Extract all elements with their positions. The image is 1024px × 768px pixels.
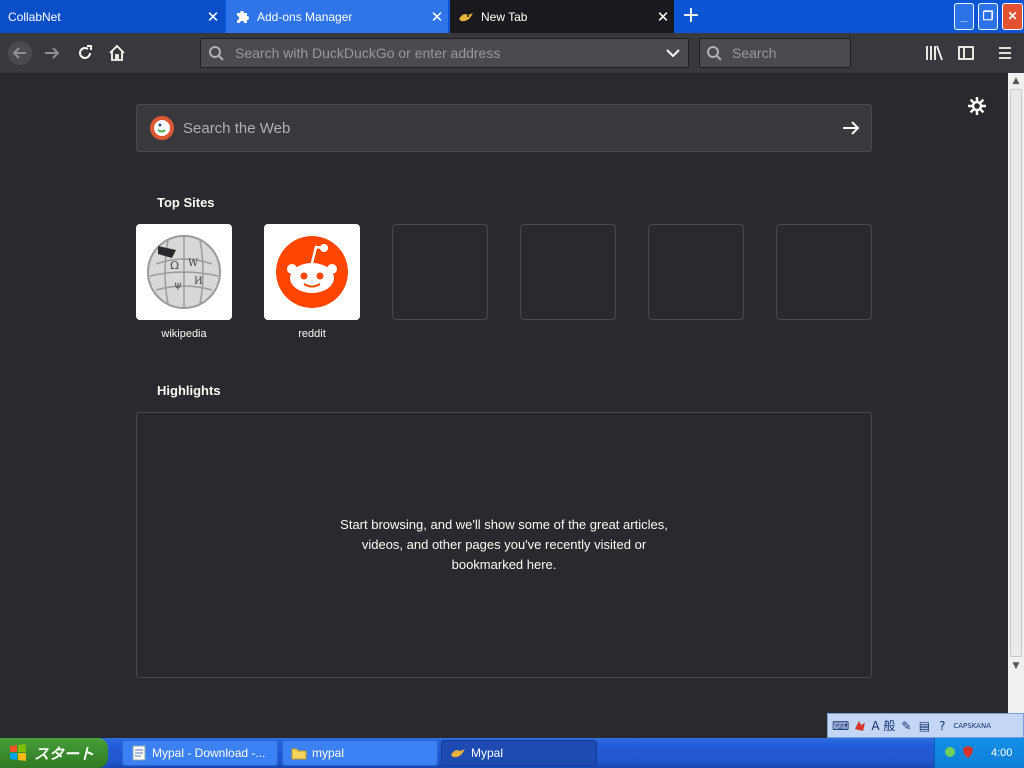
ime-tools-icon[interactable]: ✎ [899, 717, 913, 735]
svg-text:Ω: Ω [170, 259, 179, 272]
tab-title: CollabNet [8, 9, 61, 24]
web-search-box[interactable] [136, 104, 872, 152]
highlights-heading: Highlights [157, 383, 221, 398]
highlights-empty-state: Start browsing, and we'll show some of t… [136, 412, 872, 678]
back-button[interactable] [6, 39, 34, 67]
taskbar-item-mypal[interactable]: Mypal [441, 740, 597, 766]
taskbar-item-mypal-folder[interactable]: mypal [282, 740, 438, 766]
gear-icon [968, 97, 986, 115]
reddit-icon [276, 236, 348, 308]
close-window-button[interactable]: ✕ [1002, 3, 1023, 30]
svg-text:И: И [194, 276, 203, 287]
taskbar-item-label: mypal [312, 746, 345, 760]
top-sites-heading: Top Sites [157, 195, 215, 210]
scroll-down-arrow-icon[interactable]: ▼ [1008, 658, 1024, 674]
svg-text:W: W [188, 258, 199, 269]
taskbar-item-mypal-download[interactable]: Mypal - Download -... [122, 740, 278, 766]
top-site-tile-empty[interactable] [648, 224, 744, 320]
hamburger-menu-icon [999, 47, 1011, 59]
url-input[interactable] [231, 45, 658, 61]
caps-kana-indicator: CAPS KANA [953, 717, 991, 735]
sidebar-button[interactable] [952, 39, 980, 67]
close-tab-icon[interactable]: ✕ [652, 8, 674, 26]
top-site-tile-empty[interactable] [776, 224, 872, 320]
tab-strip: CollabNet ✕ Add-ons Manager ✕ New Tab ✕ … [0, 0, 1024, 33]
help-icon[interactable]: ? [935, 717, 949, 735]
tab-title: New Tab [481, 9, 528, 24]
tab-collabnet[interactable]: CollabNet ✕ [0, 0, 224, 33]
taskbar: スタート Mypal - Download -... mypal Mypal 4… [0, 738, 1024, 768]
maximize-button[interactable]: ❐ [978, 3, 998, 30]
arrow-right-icon [843, 121, 860, 135]
home-button[interactable] [103, 39, 131, 67]
tab-new-tab[interactable]: New Tab ✕ [450, 0, 674, 33]
web-search-input[interactable] [175, 119, 831, 137]
taskbar-item-label: Mypal - Download -... [152, 746, 266, 760]
sidebar-icon [958, 46, 974, 60]
mypal-icon [458, 9, 474, 25]
scrollbar-thumb[interactable] [1010, 89, 1022, 657]
tab-addons-manager[interactable]: Add-ons Manager ✕ [226, 0, 448, 33]
url-bar[interactable] [200, 38, 689, 68]
top-site-tile-wikipedia[interactable]: Ω W И ψ [136, 224, 232, 320]
svg-text:ψ: ψ [174, 280, 182, 291]
start-label: スタート [34, 744, 95, 763]
browser-doc-icon [132, 745, 146, 761]
taskbar-item-label: Mypal [471, 746, 504, 760]
top-site-label: reddit [298, 328, 326, 340]
chevron-down-icon[interactable] [658, 44, 688, 62]
scroll-up-arrow-icon[interactable]: ▲ [1008, 73, 1024, 89]
puzzle-icon [234, 9, 250, 25]
search-input[interactable] [728, 45, 850, 61]
start-button[interactable]: スタート [0, 738, 108, 768]
network-icon[interactable] [943, 745, 957, 762]
navigation-toolbar [0, 33, 1024, 73]
forward-arrow-icon [45, 47, 60, 59]
language-bar: ⌨ A 般 ✎ ▤ ? CAPS KANA [827, 713, 1024, 738]
top-site-label: wikipedia [161, 328, 207, 340]
close-tab-icon[interactable]: ✕ [202, 8, 224, 26]
system-clock[interactable]: 4:00 [991, 747, 1012, 759]
back-arrow-icon [8, 41, 32, 65]
forward-button[interactable] [38, 39, 66, 67]
new-tab-page: Top Sites Ω W И ψ wikipedia reddit Hig [0, 73, 1008, 738]
kana-label: KANA [971, 721, 991, 730]
windows-logo-icon [10, 744, 26, 761]
security-shield-icon[interactable] [961, 745, 975, 762]
home-icon [109, 44, 125, 61]
top-site-tile-empty[interactable] [392, 224, 488, 320]
minimize-button[interactable]: _ [954, 3, 974, 30]
reload-button[interactable] [71, 39, 99, 67]
highlights-message: Start browsing, and we'll show some of t… [340, 517, 668, 572]
dictionary-icon[interactable]: ▤ [917, 717, 931, 735]
keyboard-icon[interactable]: ⌨ [832, 717, 849, 735]
close-tab-icon[interactable]: ✕ [426, 8, 448, 26]
customize-settings-button[interactable] [966, 95, 988, 117]
folder-icon [291, 748, 307, 760]
vertical-scrollbar[interactable]: ▲ ▼ [1008, 73, 1024, 738]
library-button[interactable] [920, 39, 948, 67]
search-submit-button[interactable] [831, 108, 871, 148]
search-bar[interactable] [699, 38, 851, 68]
caps-label: CAPS [953, 721, 972, 730]
search-icon [707, 46, 722, 61]
input-mode-indicator[interactable]: A 般 [871, 717, 895, 735]
reload-icon [79, 45, 92, 59]
mypal-icon [451, 749, 465, 758]
wikipedia-icon: Ω W И ψ [147, 235, 221, 309]
top-site-tile-empty[interactable] [520, 224, 616, 320]
top-site-tile-reddit[interactable] [264, 224, 360, 320]
tab-title: Add-ons Manager [257, 9, 353, 24]
search-icon [209, 46, 224, 61]
ime-pad-icon[interactable] [853, 717, 867, 735]
menu-button[interactable] [991, 39, 1019, 67]
new-tab-button[interactable]: + [678, 4, 704, 30]
system-tray: 4:00 [934, 738, 1024, 768]
duckduckgo-icon [150, 116, 174, 140]
library-icon [926, 45, 943, 61]
